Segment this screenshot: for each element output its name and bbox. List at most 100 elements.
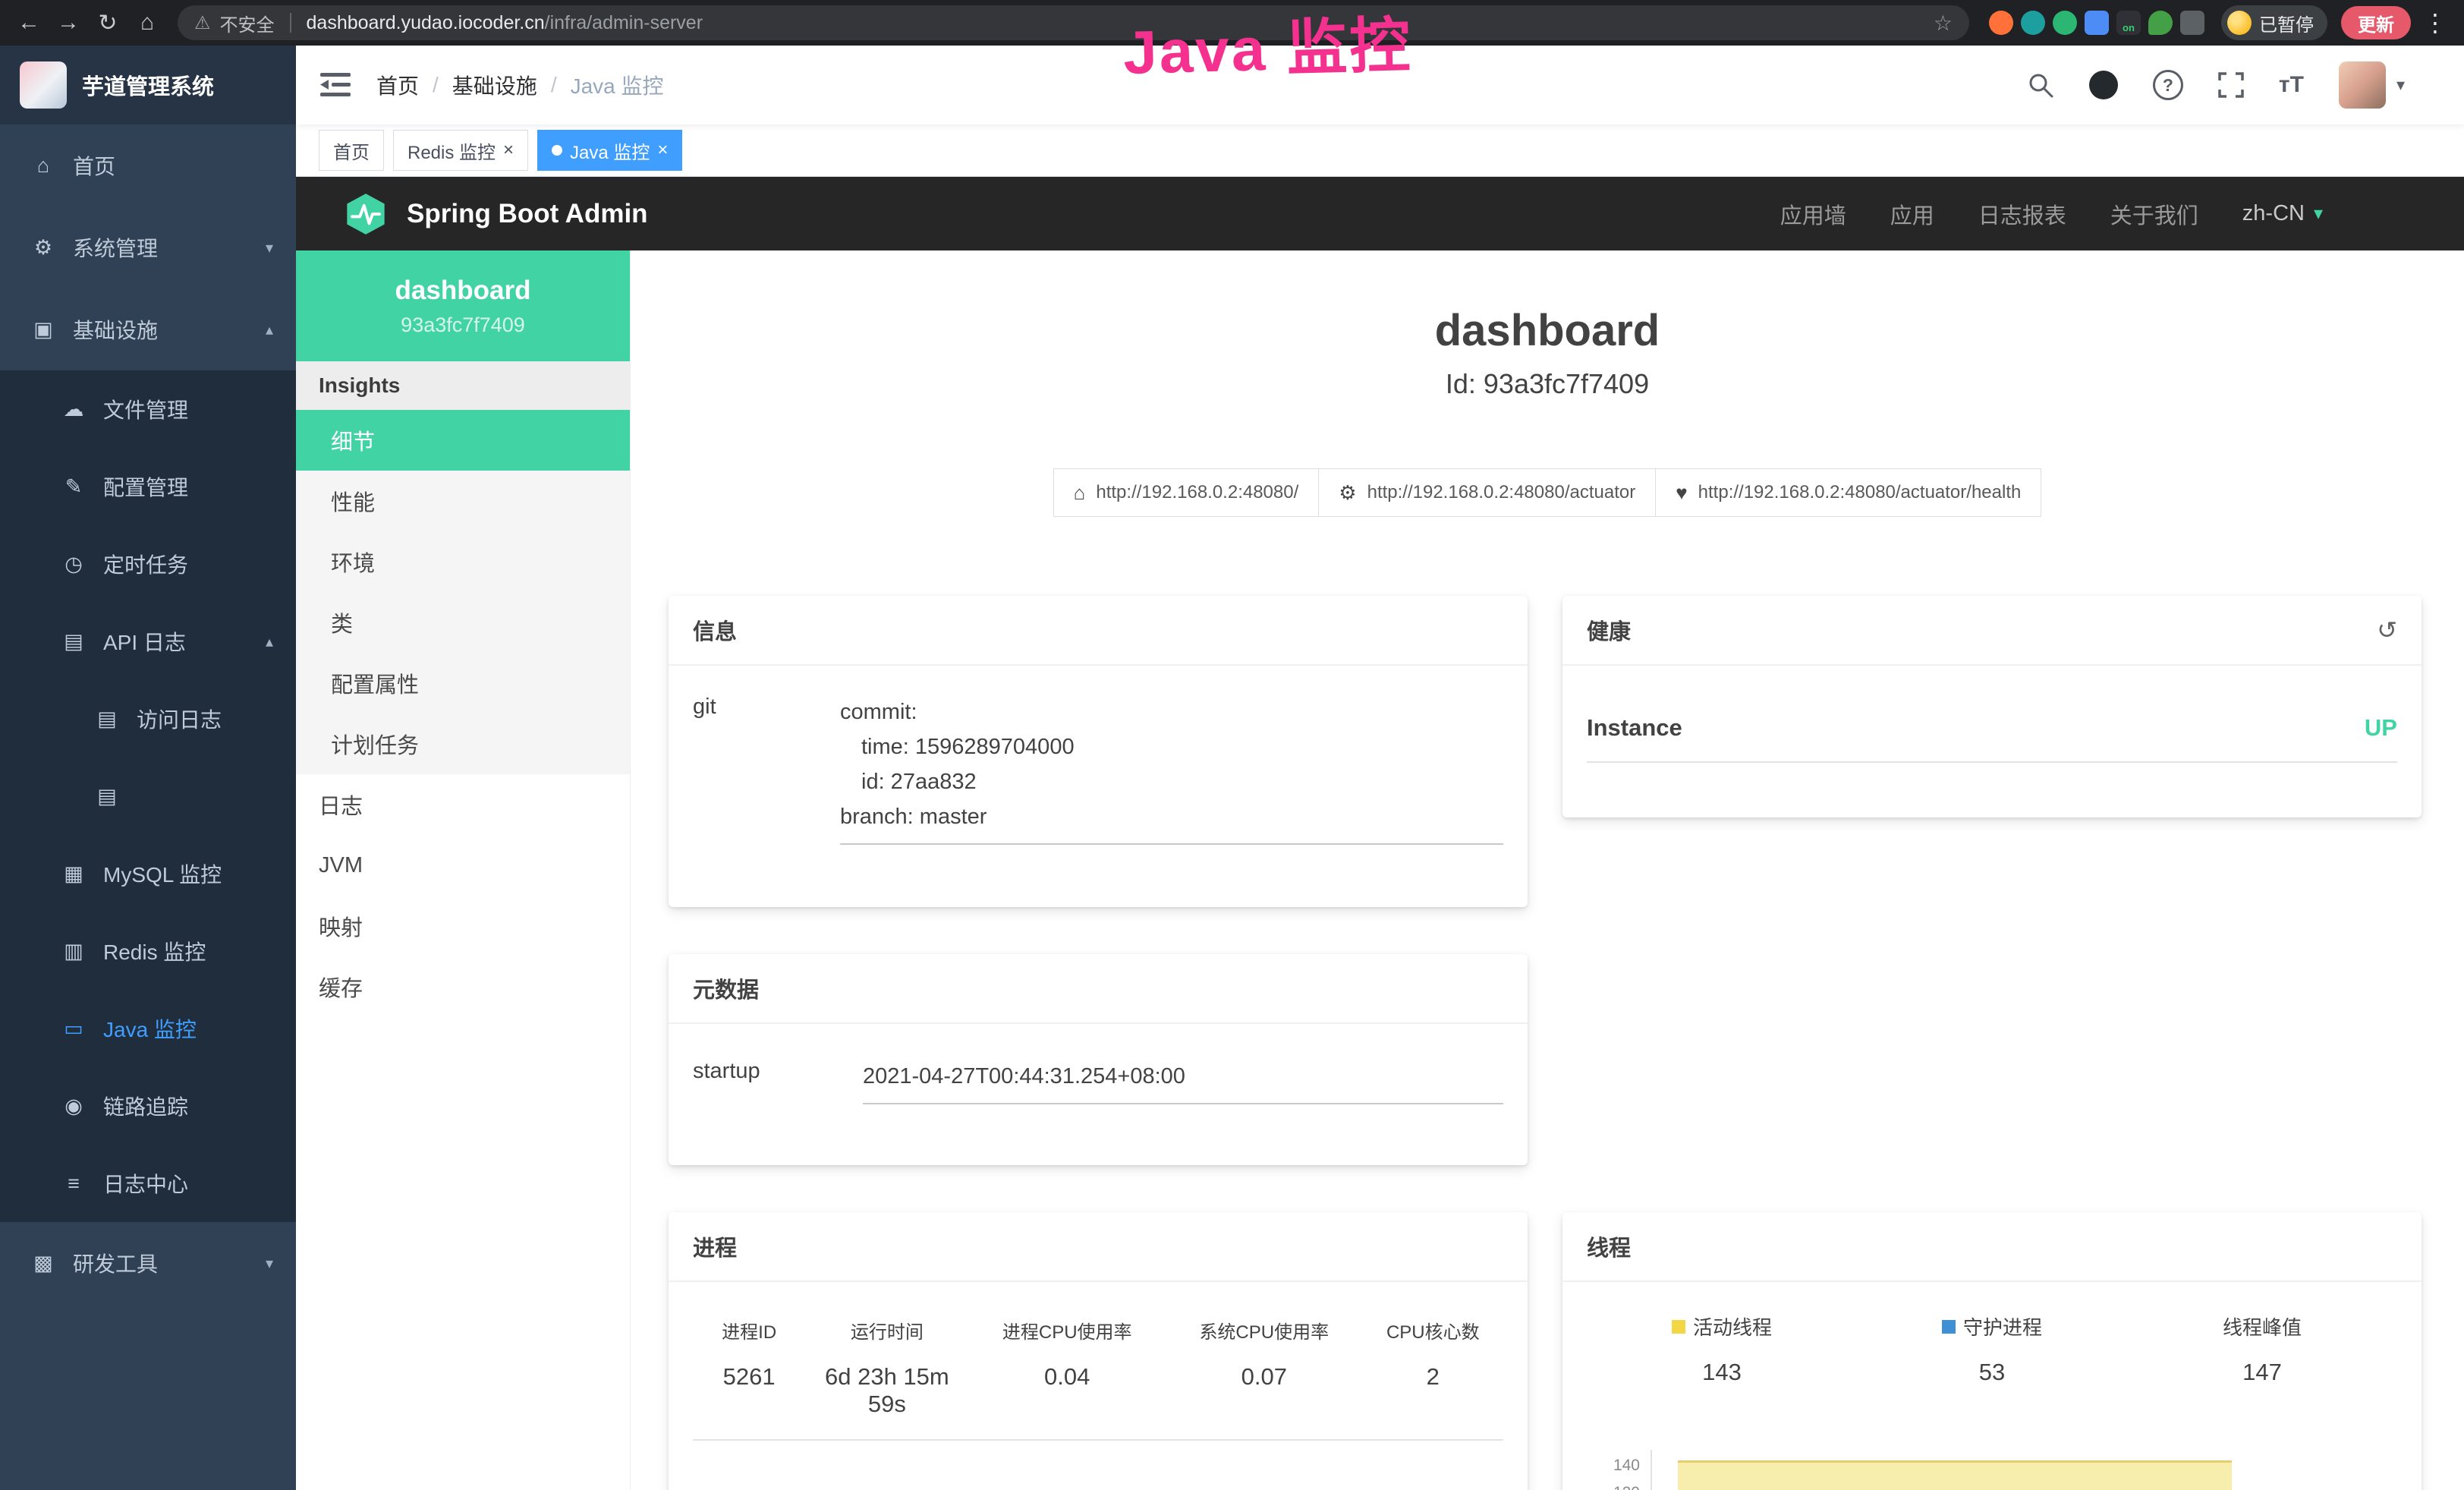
instance-links: ⌂http://192.168.0.2:48080/ ⚙http://192.1… xyxy=(631,468,2464,517)
menu-item-error-log[interactable]: ▤ xyxy=(0,758,296,835)
security-label[interactable]: 不安全 xyxy=(220,10,275,36)
tag-redis-monitor[interactable]: Redis 监控× xyxy=(393,130,528,171)
history-icon[interactable]: ↺ xyxy=(2377,616,2397,644)
on-badge-label: on xyxy=(2123,22,2135,33)
sba-menu-insights[interactable]: Insights xyxy=(296,361,630,410)
breadcrumb: 首页 / 基础设施 / Java 监控 xyxy=(376,70,664,100)
address-bar[interactable]: ⚠ 不安全 dashboard.yudao.iocoder.cn/infra/a… xyxy=(178,5,1969,40)
search-icon[interactable] xyxy=(2027,71,2054,99)
profile-paused-button[interactable]: 已暂停 xyxy=(2221,5,2327,40)
sba-brand-title[interactable]: Spring Boot Admin xyxy=(407,199,648,229)
menu-item-dev-tools[interactable]: ▩ 研发工具 ▾ xyxy=(0,1222,296,1304)
menu-item-log-center[interactable]: ≡ 日志中心 xyxy=(0,1145,296,1222)
sba-nav: 应用墙 应用 日志报表 关于我们 zh-CN ▾ xyxy=(1780,198,2323,230)
col-system-cpu: 系统CPU使用率 xyxy=(1166,1317,1363,1344)
extension-fox-icon[interactable] xyxy=(1989,11,2013,35)
font-size-icon[interactable]: тT xyxy=(2279,72,2304,98)
menu-label: Redis 监控 xyxy=(103,936,206,966)
link-root-url[interactable]: ⌂http://192.168.0.2:48080/ xyxy=(1053,468,1320,517)
sba-menu-mappings[interactable]: 映射 xyxy=(296,896,630,956)
link-health-url[interactable]: ♥http://192.168.0.2:48080/actuator/healt… xyxy=(1655,468,2041,517)
caret-down-icon: ▾ xyxy=(2314,203,2323,225)
divider xyxy=(290,13,291,33)
menu-item-scheduled-jobs[interactable]: ◷ 定时任务 xyxy=(0,525,296,603)
menu-item-file-mgmt[interactable]: ☁ 文件管理 xyxy=(0,370,296,448)
tag-home[interactable]: 首页 xyxy=(319,130,384,171)
menu-label: 链路追踪 xyxy=(103,1091,188,1121)
menu-item-config-mgmt[interactable]: ✎ 配置管理 xyxy=(0,448,296,525)
close-icon[interactable]: × xyxy=(503,141,514,159)
sba-nav-journal[interactable]: 日志报表 xyxy=(1978,198,2066,230)
extension-yuque-icon[interactable] xyxy=(2053,11,2077,35)
sba-menu-config-properties[interactable]: 配置属性 xyxy=(296,653,630,713)
menu-item-tracing[interactable]: ◉ 链路追踪 xyxy=(0,1067,296,1145)
not-secure-warning-icon: ⚠ xyxy=(194,12,211,34)
menu-item-system-mgmt[interactable]: ⚙ 系统管理 ▾ xyxy=(0,206,296,288)
help-icon[interactable]: ? xyxy=(2153,70,2183,100)
sba-menu-caches[interactable]: 缓存 xyxy=(296,956,630,1017)
extension-sprout-icon[interactable] xyxy=(2148,11,2173,35)
link-actuator-url[interactable]: ⚙http://192.168.0.2:48080/actuator xyxy=(1318,468,1656,517)
sba-menu-scheduled-tasks[interactable]: 计划任务 xyxy=(296,713,630,774)
menu-item-infrastructure[interactable]: ▣ 基础设施 ▴ xyxy=(0,288,296,370)
spring-boot-admin-logo-icon[interactable] xyxy=(345,193,387,235)
health-instance-row[interactable]: Instance UP xyxy=(1587,714,2397,763)
info-kv-row: git commit: time: 1596289704000 id: 27aa… xyxy=(693,695,1503,845)
git-id-line: id: 27aa832 xyxy=(840,764,1503,799)
menu-item-access-log[interactable]: ▤ 访问日志 xyxy=(0,680,296,758)
fullscreen-icon[interactable] xyxy=(2218,72,2244,98)
breadcrumb-infrastructure[interactable]: 基础设施 xyxy=(452,70,537,100)
url-text[interactable]: dashboard.yudao.iocoder.cn/infra/admin-s… xyxy=(307,12,703,34)
sba-nav-about[interactable]: 关于我们 xyxy=(2110,198,2198,230)
legend-label: 线程峰值 xyxy=(2223,1312,2302,1340)
menu-item-redis-monitor[interactable]: ▥ Redis 监控 xyxy=(0,912,296,990)
menu-item-java-monitor[interactable]: ▭ Java 监控 xyxy=(0,990,296,1067)
sba-nav-wallboard[interactable]: 应用墙 xyxy=(1780,198,1846,230)
val-uptime: 6d 23h 15m 59s xyxy=(805,1363,968,1418)
extension-drop-icon[interactable] xyxy=(2021,11,2045,35)
home-icon[interactable]: ⌂ xyxy=(129,5,165,41)
val-system-cpu: 0.07 xyxy=(1166,1363,1363,1418)
card-title: 元数据 xyxy=(693,972,759,1004)
sba-sidebar: dashboard 93a3fc7f7409 Insights 细节 性能 环境… xyxy=(296,250,631,1490)
avatar-image xyxy=(2339,61,2386,109)
extension-switch-on-icon[interactable]: on xyxy=(2116,11,2141,35)
close-icon[interactable]: × xyxy=(657,141,668,159)
menu-label: 基础设施 xyxy=(73,314,158,345)
menu-item-mysql-monitor[interactable]: ▦ MySQL 监控 xyxy=(0,835,296,912)
brand[interactable]: 芋道管理系统 xyxy=(0,46,296,124)
sba-menu-environment[interactable]: 环境 xyxy=(296,531,630,592)
chrome-update-button[interactable]: 更新 xyxy=(2341,6,2411,39)
tag-label: Java 监控 xyxy=(570,137,650,164)
menu-item-home[interactable]: ⌂ 首页 xyxy=(0,124,296,206)
menu-label: 访问日志 xyxy=(137,704,222,734)
topbar-actions: ? тT ▾ xyxy=(2027,61,2405,109)
smiley-avatar-icon xyxy=(2227,11,2252,35)
back-icon[interactable]: ← xyxy=(11,5,47,41)
sba-menu-metrics[interactable]: 性能 xyxy=(296,471,630,531)
chevron-up-icon: ▴ xyxy=(266,320,273,339)
chevron-down-icon: ▾ xyxy=(266,1254,273,1273)
reload-icon[interactable]: ↻ xyxy=(90,5,126,41)
extension-grid-icon[interactable] xyxy=(2085,11,2109,35)
sba-language-select[interactable]: zh-CN ▾ xyxy=(2242,201,2323,226)
val-pid: 5261 xyxy=(693,1363,805,1418)
sba-menu-classes[interactable]: 类 xyxy=(296,592,630,653)
github-icon[interactable] xyxy=(2089,71,2118,99)
extension-puzzle-icon[interactable] xyxy=(2180,11,2204,35)
home-icon: ⌂ xyxy=(1074,481,1086,505)
forward-icon[interactable]: → xyxy=(50,5,87,41)
sidebar-fold-icon[interactable] xyxy=(320,72,351,98)
tag-label: 首页 xyxy=(333,137,370,164)
bookmark-star-icon[interactable]: ☆ xyxy=(1934,11,1953,36)
chrome-menu-icon[interactable]: ⋮ xyxy=(2423,8,2447,37)
sba-menu-details[interactable]: 细节 xyxy=(296,410,630,471)
sba-menu-logs[interactable]: 日志 xyxy=(296,774,630,835)
sba-nav-applications[interactable]: 应用 xyxy=(1890,198,1934,230)
tag-java-monitor[interactable]: Java 监控 × xyxy=(537,130,682,171)
user-avatar[interactable]: ▾ xyxy=(2339,61,2405,109)
sba-menu-jvm[interactable]: JVM xyxy=(296,835,630,896)
paused-label: 已暂停 xyxy=(2259,10,2314,36)
menu-item-api-log[interactable]: ▤ API 日志 ▴ xyxy=(0,603,296,680)
breadcrumb-home[interactable]: 首页 xyxy=(376,70,419,100)
